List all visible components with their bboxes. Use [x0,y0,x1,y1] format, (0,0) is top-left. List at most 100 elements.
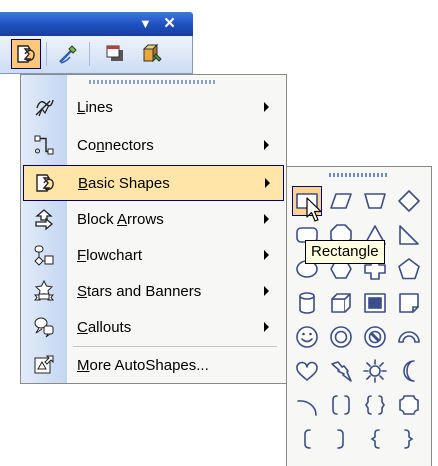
menu-item-connectors[interactable]: Connectors [23,127,284,163]
bevel-icon [364,293,386,313]
shape-lightning-bolt-button[interactable] [326,356,356,386]
shape-sun-button[interactable] [360,356,390,386]
shadow-style-icon [106,45,123,61]
shape-donut-button[interactable] [326,322,356,352]
submenu-arrow-icon [264,250,269,260]
menu-item-label: Stars and Banners [77,282,202,300]
shape-plaque-button[interactable] [394,390,424,420]
can-icon [299,292,315,314]
trapezoid-icon [364,193,386,209]
lightning-bolt-icon [331,361,352,382]
shape-folded-corner-button[interactable] [394,288,424,318]
block-arrows-icon [31,206,57,232]
menu-item-label: Flowchart [77,246,143,264]
more-autoshapes-icon [31,352,57,378]
menu-item-label: Callouts [77,318,132,336]
shape-left-bracket-button[interactable] [292,424,322,454]
sun-icon [363,359,387,383]
left-bracket-icon [304,429,311,449]
right-brace-icon [404,429,414,449]
double-bracket-icon [332,395,350,415]
line-color-button[interactable] [53,39,83,69]
parallelogram-icon [330,193,352,209]
shape-trapezoid-button[interactable] [360,186,390,216]
donut-icon [330,326,352,348]
menu-item-label: Block Arrows [77,210,164,228]
autoshapes-icon [17,45,35,63]
stars-banners-icon [31,278,57,304]
shape-double-bracket-button[interactable] [326,390,356,420]
menu-item-block-arrows[interactable]: Block Arrows [23,201,284,237]
menu-item-label: Connectors [77,136,154,154]
arc-icon [297,400,317,416]
shadow-style-button[interactable] [100,39,130,69]
submenu-arrow-icon [265,178,270,188]
shape-no-symbol-button[interactable] [360,322,390,352]
shape-block-arc-button[interactable] [394,322,424,352]
shape-arc-button[interactable] [292,390,322,420]
shape-heart-button[interactable] [292,356,322,386]
basic-shapes-icon [32,170,58,196]
menu-item-more-autoshapes[interactable]: More AutoShapes... [23,347,284,383]
shape-parallelogram-button[interactable] [326,186,356,216]
toolbar-close-button[interactable]: × [164,13,175,35]
pentagon-icon [398,258,420,280]
autoshapes-button[interactable] [11,39,41,69]
smiley-face-icon [296,326,318,348]
diamond-icon [398,190,420,212]
no-symbol-icon [364,326,386,348]
submenu-arrow-icon [264,140,269,150]
callouts-icon [31,314,57,340]
menu-item-stars-banners[interactable]: Stars and Banners [23,273,284,309]
submenu-arrow-icon [264,102,269,112]
menu-tearoff-grip[interactable] [89,80,217,84]
submenu-arrow-icon [264,286,269,296]
shape-left-brace-button[interactable] [360,424,390,454]
cube-icon [331,293,351,313]
left-brace-icon [370,429,380,449]
menu-item-lines[interactable]: Lines [23,89,284,125]
shape-pentagon-button[interactable] [394,254,424,284]
shape-right-triangle-button[interactable] [394,220,424,250]
plaque-icon [399,395,419,415]
lines-icon [31,94,57,120]
double-brace-icon [365,395,385,415]
heart-icon [296,361,318,381]
autoshapes-menu: Lines Connectors Basic Shapes Block Arro… [20,74,287,384]
folded-corner-icon [399,293,419,313]
toolbar-titlebar[interactable]: ▼ × [0,12,193,36]
right-bracket-icon [337,429,344,449]
flowchart-icon [31,242,57,268]
shape-smiley-face-button[interactable] [292,322,322,352]
moon-icon [403,360,415,382]
shape-moon-button[interactable] [394,356,424,386]
toolbar-separator [46,42,47,66]
menu-item-label: Basic Shapes [78,174,170,192]
shape-bevel-button[interactable] [360,288,390,318]
toolbar-options-button[interactable]: ▼ [139,13,152,35]
shape-can-button[interactable] [292,288,322,318]
menu-item-flowchart[interactable]: Flowchart [23,237,284,273]
menu-item-label: Lines [77,98,113,116]
block-arc-icon [398,331,420,343]
shape-diamond-button[interactable] [394,186,424,216]
submenu-arrow-icon [264,214,269,224]
right-triangle-icon [399,225,419,245]
shape-double-brace-button[interactable] [360,390,390,420]
drawing-toolbar [0,36,193,74]
3d-style-button[interactable] [137,39,167,69]
shape-right-bracket-button[interactable] [326,424,356,454]
menu-item-label: More AutoShapes... [77,356,209,374]
3d-style-icon [142,43,162,63]
line-color-icon [59,45,77,64]
menu-item-basic-shapes[interactable]: Basic Shapes [23,165,284,201]
toolbar-separator [89,42,90,66]
connectors-icon [31,132,57,158]
mouse-pointer-icon [306,197,322,222]
submenu-arrow-icon [264,322,269,332]
shape-cube-button[interactable] [326,288,356,318]
menu-item-callouts[interactable]: Callouts [23,309,284,345]
palette-tearoff-grip[interactable] [329,173,389,177]
shape-tooltip: Rectangle [305,240,385,264]
shape-right-brace-button[interactable] [394,424,424,454]
